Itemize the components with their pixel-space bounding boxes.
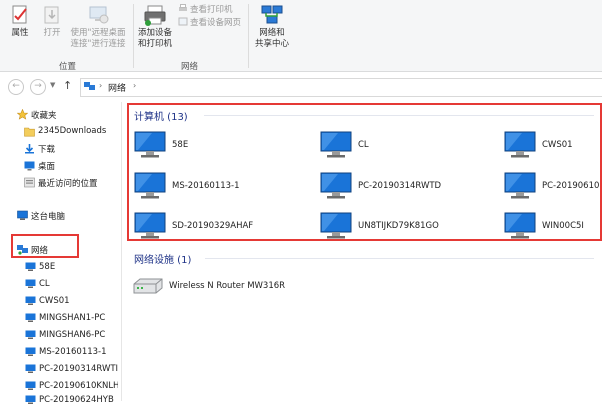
view-device-webpage-button[interactable]: 查看设备网页 [178,16,241,29]
properties-icon [12,5,27,24]
monitor-icon [320,172,352,199]
monitor-small-icon [25,347,36,360]
monitor-icon [320,212,352,239]
section-divider [205,258,594,259]
monitor-small-icon [25,313,36,326]
router-icon [133,278,163,294]
folder-icon [24,126,35,140]
webpage-icon [178,17,188,29]
nav-net-item[interactable]: PC-20190314RWTI [25,363,118,377]
monitor-small-icon [25,330,36,343]
up-button[interactable]: ↑ [63,79,72,92]
monitor-small-icon [25,381,36,394]
desktop-icon [24,160,35,174]
navigation-bar: ← → ▼ ↑ › 网络 › [0,76,602,98]
nav-net-item[interactable]: PC-20190624HYB [25,394,118,408]
remote-desktop-icon [89,6,109,24]
star-icon [16,108,29,123]
back-button[interactable]: ← [8,79,24,95]
recent-places-icon [24,177,35,191]
network-small-icon [84,81,96,95]
monitor-icon [134,172,166,199]
printer-icon [144,5,166,26]
breadcrumb-network[interactable]: 网络 [108,81,126,94]
pane-divider [121,102,122,401]
chevron-right-icon: › [99,81,103,90]
computer-icon [17,210,28,224]
forward-button[interactable]: → [30,79,46,95]
monitor-icon [134,212,166,239]
group-label-location: 位置 [59,62,77,72]
monitor-icon [134,131,166,158]
monitor-icon [504,131,536,158]
group-label-network: 网络 [181,62,199,72]
open-button[interactable]: 打开 [38,4,66,39]
add-devices-printers-button[interactable]: 添加设备 和打印机 [134,4,176,50]
chevron-right-icon: › [133,81,137,90]
printer-small-icon [178,3,188,16]
network-center-icon [261,5,283,24]
router-item[interactable]: Wireless N Router MW316R [131,275,285,300]
ribbon-separator [248,4,249,68]
monitor-icon [504,212,536,239]
monitor-small-icon [25,262,36,275]
recent-locations-icon[interactable]: ▼ [50,81,55,89]
network-infrastructure-section-title[interactable]: 网络设施 (1) [134,251,191,266]
monitor-icon [504,172,536,199]
computer-item[interactable]: PC-20190610KI [502,171,600,201]
remote-desktop-button[interactable]: 使用"远程桌面 连接"进行连接 [68,4,128,50]
open-icon [44,6,59,24]
ribbon: 属性 打开 使用"远程桌面 连接"进行连接 位置 添加设备 和打印机 查看打印机… [0,0,602,72]
monitor-small-icon [25,395,36,408]
monitor-small-icon [25,279,36,292]
properties-button[interactable]: 属性 [6,4,34,39]
network-highlight-box [11,234,79,258]
monitor-small-icon [25,364,36,377]
view-printers-button[interactable]: 查看打印机 [178,3,233,16]
nav-net-item[interactable]: PC-20190610KNLH [25,380,118,394]
monitor-icon [320,131,352,158]
download-icon [24,143,35,157]
monitor-small-icon [25,296,36,309]
network-sharing-center-button[interactable]: 网络和 共享中心 [251,4,293,50]
address-bar[interactable]: › 网络 › [80,78,602,97]
